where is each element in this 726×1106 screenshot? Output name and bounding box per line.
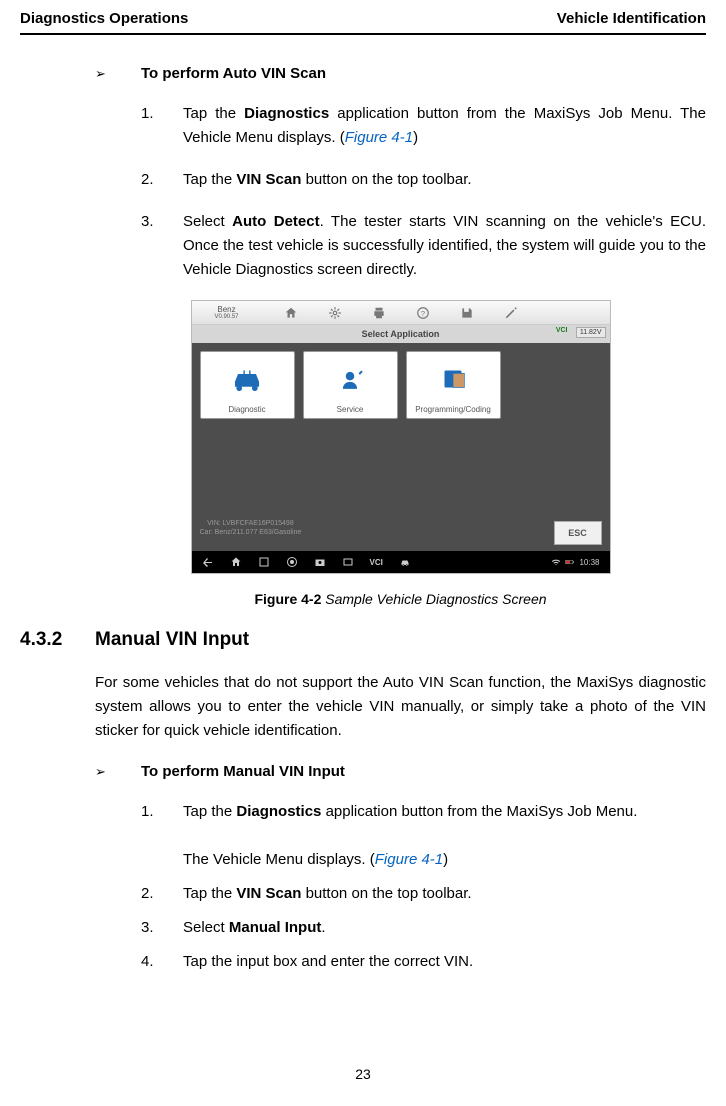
list-item: 3. Select Auto Detect. The tester starts… — [141, 210, 706, 282]
procedure-heading-1: ➢ To perform Auto VIN Scan — [95, 65, 706, 82]
list-item: 3. Select Manual Input. — [141, 916, 706, 940]
battery-icon — [565, 558, 575, 566]
back-icon[interactable] — [202, 556, 214, 568]
programming-icon — [436, 352, 470, 405]
tile-diagnostic[interactable]: Diagnostic — [200, 351, 295, 419]
list-item: 1. Tap the Diagnostics application butto… — [141, 800, 706, 872]
section-paragraph: For some vehicles that do not support th… — [95, 671, 706, 743]
arrow-bullet-icon: ➢ — [95, 764, 141, 780]
tile-programming[interactable]: Programming/Coding — [406, 351, 501, 419]
screenshot-figure: Benz V0.90.57 ? Select Application VCI 1… — [191, 300, 611, 574]
record-icon[interactable] — [286, 556, 298, 568]
vci-indicator: VCI — [556, 327, 568, 334]
procedure-heading-2: ➢ To perform Manual VIN Input — [95, 763, 706, 780]
save-icon[interactable] — [460, 306, 474, 320]
step-text: Select Manual Input. — [183, 916, 706, 940]
figure-link[interactable]: Figure 4-1 — [375, 851, 443, 868]
car-nav-icon[interactable] — [399, 556, 411, 568]
procedure-title-1: To perform Auto VIN Scan — [141, 65, 326, 82]
step-number: 2. — [141, 882, 183, 906]
camera-icon[interactable] — [314, 556, 326, 568]
step-text: Tap the Diagnostics application button f… — [183, 102, 706, 150]
list-item: 4. Tap the input box and enter the corre… — [141, 950, 706, 974]
home-icon[interactable] — [284, 306, 298, 320]
step-text: Tap the input box and enter the correct … — [183, 950, 706, 974]
svg-text:?: ? — [420, 308, 424, 317]
page-header: Diagnostics Operations Vehicle Identific… — [20, 10, 706, 35]
figure-caption: Figure 4-2 Sample Vehicle Diagnostics Sc… — [95, 591, 706, 607]
step-text: Tap the VIN Scan button on the top toolb… — [183, 882, 706, 906]
vci-nav-label[interactable]: VCI — [370, 558, 383, 567]
header-right: Vehicle Identification — [557, 10, 706, 27]
vin-info: VIN: LVBFCFAE16P015498 Car: Benz/211.077… — [200, 520, 302, 537]
screenshot-icon[interactable] — [342, 556, 354, 568]
step-text: Tap the VIN Scan button on the top toolb… — [183, 168, 706, 192]
figure-top-toolbar: Benz V0.90.57 ? — [192, 301, 610, 325]
settings-icon[interactable] — [328, 306, 342, 320]
list-item: 2. Tap the VIN Scan button on the top to… — [141, 168, 706, 192]
service-icon — [333, 352, 367, 405]
page-number: 23 — [0, 1066, 726, 1082]
figure-bottom-bar: VCI 10:38 — [192, 551, 610, 573]
toolbar-icons: ? — [262, 306, 610, 320]
step-list-1: 1. Tap the Diagnostics application butto… — [95, 102, 706, 282]
section-title: Manual VIN Input — [95, 629, 249, 651]
list-item: 1. Tap the Diagnostics application butto… — [141, 102, 706, 150]
figure-link[interactable]: Figure 4-1 — [345, 129, 413, 146]
car-icon — [230, 352, 264, 405]
figure-container: Benz V0.90.57 ? Select Application VCI 1… — [95, 300, 706, 607]
step-number: 3. — [141, 210, 183, 282]
procedure-title-2: To perform Manual VIN Input — [141, 763, 345, 780]
voltage-indicator: 11.82V — [576, 327, 606, 338]
step-text: Tap the Diagnostics application button f… — [183, 800, 706, 872]
help-icon[interactable]: ? — [416, 306, 430, 320]
step-number: 3. — [141, 916, 183, 940]
list-item: 2. Tap the VIN Scan button on the top to… — [141, 882, 706, 906]
step-text: Select Auto Detect. The tester starts VI… — [183, 210, 706, 282]
section-number: 4.3.2 — [20, 629, 77, 651]
section-heading: 4.3.2 Manual VIN Input — [20, 629, 706, 651]
print-icon[interactable] — [372, 306, 386, 320]
edit-icon[interactable] — [504, 306, 518, 320]
tile-service[interactable]: Service — [303, 351, 398, 419]
header-left: Diagnostics Operations — [20, 10, 188, 27]
esc-button[interactable]: ESC — [554, 521, 602, 545]
vehicle-brand-label: Benz V0.90.57 — [192, 305, 262, 320]
figure-subtitle-bar: Select Application — [192, 325, 610, 343]
wifi-icon — [551, 557, 561, 567]
step-number: 2. — [141, 168, 183, 192]
step-list-2: 1. Tap the Diagnostics application butto… — [95, 800, 706, 974]
home-nav-icon[interactable] — [230, 556, 242, 568]
step-number: 1. — [141, 800, 183, 872]
arrow-bullet-icon: ➢ — [95, 66, 141, 82]
recent-icon[interactable] — [258, 556, 270, 568]
step-number: 1. — [141, 102, 183, 150]
step-number: 4. — [141, 950, 183, 974]
app-tiles: Diagnostic Service Programming/Coding — [200, 351, 501, 419]
time-label: 10:38 — [579, 558, 599, 567]
